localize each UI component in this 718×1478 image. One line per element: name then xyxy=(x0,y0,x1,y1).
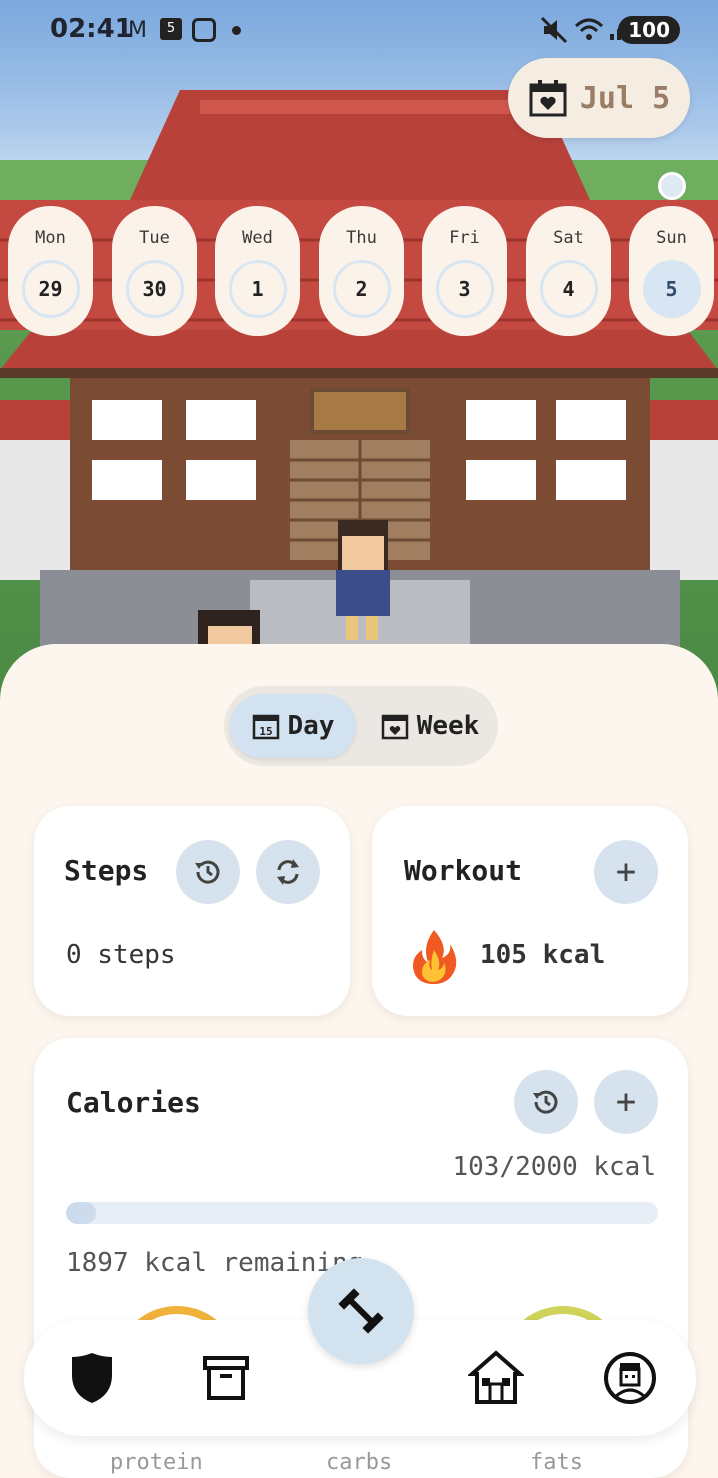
status-bar: 02:41 M 5 100 xyxy=(0,0,718,62)
nav-archive-button[interactable] xyxy=(194,1346,258,1410)
steps-sync-button[interactable] xyxy=(256,840,320,904)
day-name: Tue xyxy=(139,228,170,248)
toggle-week-label: Week xyxy=(416,711,480,741)
day-thu[interactable]: Thu 2 xyxy=(319,206,404,336)
day-week-toggle: 15 Day Week xyxy=(224,686,498,766)
sync-icon xyxy=(277,859,299,885)
day-number: 3 xyxy=(435,260,494,318)
day-number: 2 xyxy=(332,260,391,318)
steps-history-button[interactable] xyxy=(176,840,240,904)
date-chip[interactable]: Jul 5 xyxy=(508,58,690,138)
calendar-heart-icon xyxy=(381,714,408,740)
steps-card: Steps 0 steps xyxy=(34,806,350,1016)
wifi-icon xyxy=(574,18,604,40)
gmail-icon: M xyxy=(128,18,147,43)
macro-fats-label: fats xyxy=(530,1450,583,1475)
day-wed[interactable]: Wed 1 xyxy=(215,206,300,336)
nav-profile-button[interactable] xyxy=(598,1346,662,1410)
steps-value: 0 steps xyxy=(66,940,176,970)
day-number: 1 xyxy=(228,260,287,318)
day-number: 4 xyxy=(539,260,598,318)
toggle-week-button[interactable]: Week xyxy=(370,694,490,758)
day-number: 29 xyxy=(21,260,80,318)
calories-title: Calories xyxy=(66,1086,201,1119)
day-name: Fri xyxy=(449,228,480,248)
toggle-day-label: Day xyxy=(287,711,335,741)
calories-history-button[interactable] xyxy=(514,1070,578,1134)
day-fri[interactable]: Fri 3 xyxy=(422,206,507,336)
workout-title: Workout xyxy=(404,854,523,887)
day-number: 30 xyxy=(125,260,184,318)
fire-icon xyxy=(413,930,457,984)
week-day-selector: Mon 29 Tue 30 Wed 1 Thu 2 Fri 3 Sat 4 Su… xyxy=(8,206,714,336)
nav-home-button[interactable] xyxy=(464,1346,528,1410)
dot-icon xyxy=(232,26,241,35)
steps-title: Steps xyxy=(64,854,149,887)
day-name: Wed xyxy=(242,228,273,248)
day-sat[interactable]: Sat 4 xyxy=(526,206,611,336)
house-icon xyxy=(468,1350,524,1404)
history-icon xyxy=(533,1090,558,1114)
svg-text:15: 15 xyxy=(259,725,272,738)
shield-icon xyxy=(72,1353,112,1403)
date-chip-label: Jul 5 xyxy=(579,80,671,116)
calendar-15-icon: 15 xyxy=(252,714,279,740)
instagram-icon xyxy=(192,18,216,42)
history-icon xyxy=(195,860,220,884)
day-sun[interactable]: Sun 5 xyxy=(629,206,714,336)
battery-indicator: 100 xyxy=(618,16,680,44)
day-name: Sun xyxy=(656,228,687,248)
plus-icon: + xyxy=(615,852,637,892)
mute-icon xyxy=(540,16,568,44)
nav-shield-button[interactable] xyxy=(60,1346,124,1410)
calories-add-button[interactable]: + xyxy=(594,1070,658,1134)
calories-summary: 103/2000 kcal xyxy=(452,1152,657,1182)
day-name: Mon xyxy=(35,228,66,248)
scene-indicator-dot xyxy=(658,172,686,200)
header-scene: 02:41 M 5 100 Jul 5 Mon 29 Tue 30 Wed 1 … xyxy=(0,0,718,700)
day-tue[interactable]: Tue 30 xyxy=(112,206,197,336)
macro-carbs-label: carbs xyxy=(326,1450,393,1475)
plus-icon: + xyxy=(615,1082,637,1122)
workout-card: Workout + 105 kcal xyxy=(372,806,688,1016)
calendar-heart-icon xyxy=(529,80,567,117)
workout-add-button[interactable]: + xyxy=(594,840,658,904)
day-name: Sat xyxy=(553,228,584,248)
day-number: 5 xyxy=(642,260,701,318)
workout-fab-button[interactable] xyxy=(308,1258,414,1364)
archive-icon xyxy=(203,1356,249,1400)
status-time: 02:41 xyxy=(50,14,133,44)
day-name: Thu xyxy=(346,228,377,248)
calories-remaining: 1897 kcal remaining xyxy=(66,1248,364,1278)
calories-progress-fill xyxy=(66,1202,96,1224)
toggle-day-button[interactable]: 15 Day xyxy=(230,694,356,758)
macro-protein-label: protein xyxy=(110,1450,203,1475)
profile-avatar-icon xyxy=(604,1352,656,1404)
calendar-5-icon: 5 xyxy=(160,18,182,40)
temple-illustration xyxy=(0,90,718,650)
workout-value: 105 kcal xyxy=(480,940,606,970)
dumbbell-icon xyxy=(338,1288,384,1334)
day-mon[interactable]: Mon 29 xyxy=(8,206,93,336)
calories-progress-bar xyxy=(66,1202,658,1224)
